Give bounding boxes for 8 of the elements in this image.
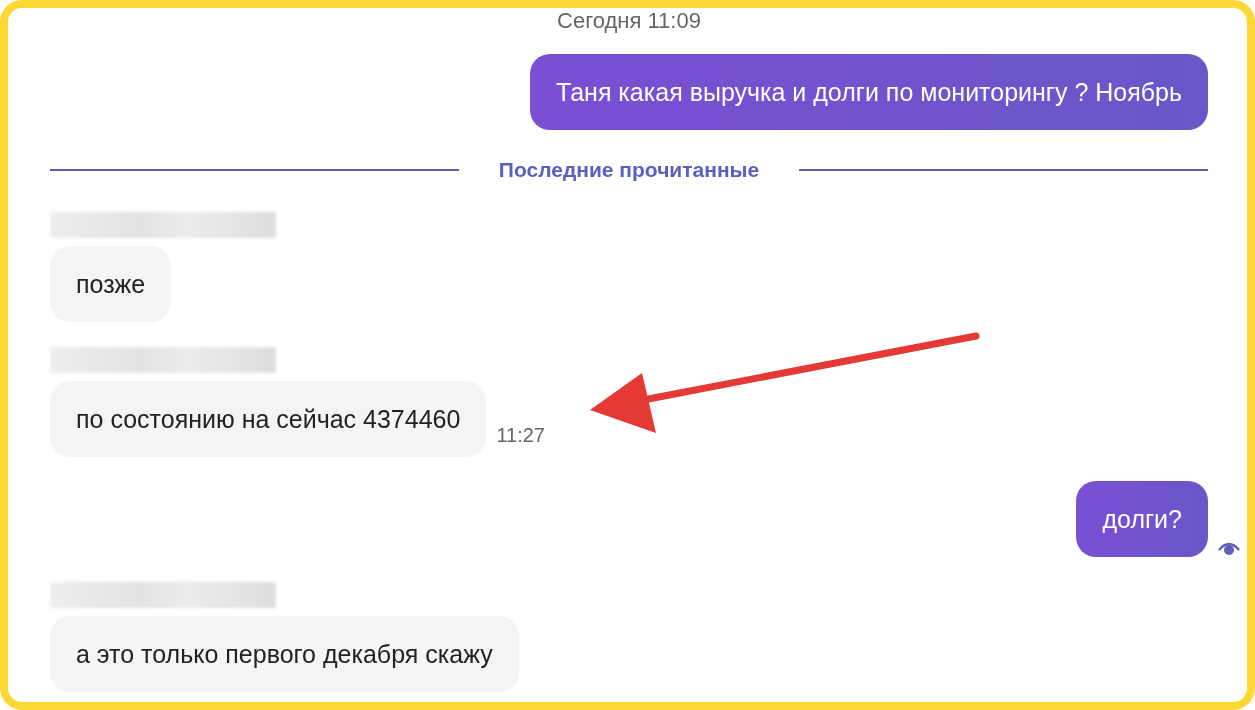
incoming-message: по состоянию на сейчас 4374460	[50, 381, 487, 457]
date-label: Сегодня 11:09	[557, 8, 701, 34]
outgoing-message: Таня какая выручка и долги по мониторингу ? Ноябрь	[530, 54, 1208, 130]
incoming-message: а это только первого декабря скажу	[50, 616, 519, 692]
message-time: 11:27	[496, 424, 545, 447]
outgoing-message: долги?	[1076, 481, 1208, 557]
unread-divider-label: Последние прочитанные	[498, 158, 760, 182]
incoming-message: позже	[50, 246, 172, 322]
